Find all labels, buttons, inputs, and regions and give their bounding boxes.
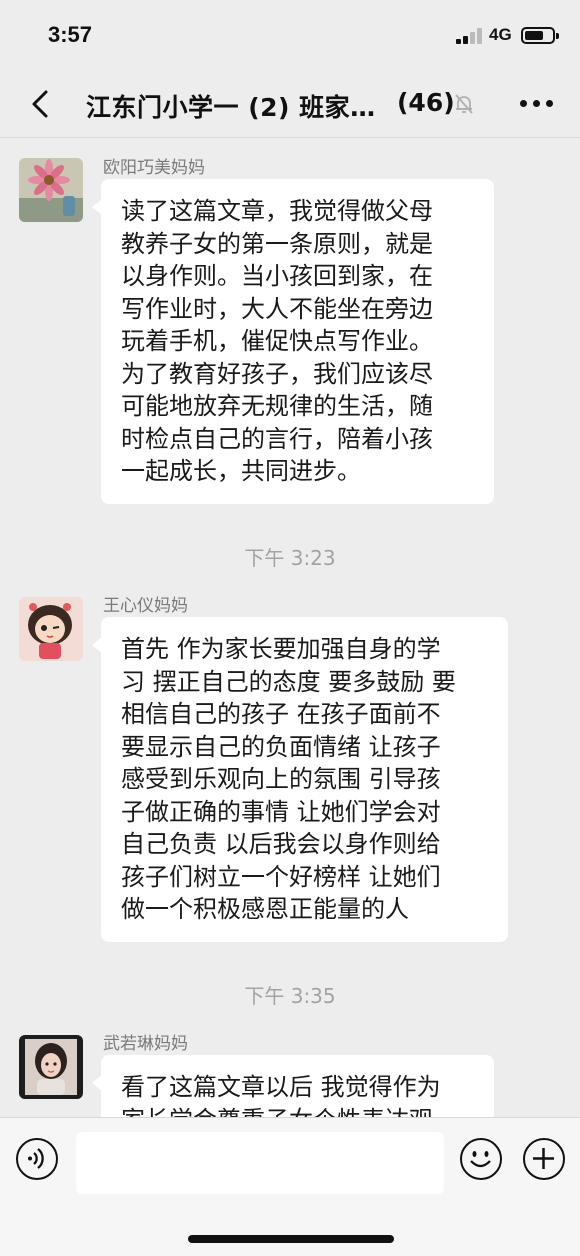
signal-icon [456, 28, 484, 44]
timestamp: 下午 3:23 [244, 546, 336, 570]
chat-list[interactable]: 欧阳巧美妈妈 读了这篇文章，我觉得做父母 教养子女的第一条原则，就是 以身作则。… [0, 139, 580, 1117]
message-bubble[interactable]: 看了这篇文章以后 我觉得作为 家长学会尊重子女个性表达观 [92, 1055, 494, 1117]
voice-icon[interactable] [16, 1138, 58, 1180]
avatar[interactable] [19, 158, 83, 222]
message-input[interactable] [76, 1132, 444, 1194]
battery-icon [521, 27, 559, 44]
chat-title: 江东门小学一 (2) 班家… [86, 93, 376, 122]
status-time: 3:57 [48, 22, 93, 47]
plus-icon[interactable] [523, 1138, 565, 1180]
sender-name: 欧阳巧美妈妈 [103, 158, 205, 178]
sender-name: 武若琳妈妈 [103, 1034, 188, 1054]
more-dots-icon[interactable] [520, 100, 554, 108]
sender-name: 王心仪妈妈 [103, 596, 188, 616]
home-indicator[interactable] [188, 1235, 394, 1243]
avatar[interactable] [19, 1035, 83, 1099]
avatar[interactable] [19, 597, 83, 661]
timestamp: 下午 3:35 [244, 984, 336, 1008]
back-icon[interactable] [24, 84, 60, 124]
network-type: 4G [489, 25, 512, 44]
message-bubble[interactable]: 读了这篇文章，我觉得做父母 教养子女的第一条原则，就是 以身作则。当小孩回到家，… [92, 179, 494, 504]
member-count: (46) [397, 88, 455, 117]
emoji-icon[interactable] [460, 1138, 502, 1180]
nav-bar: 江东门小学一 (2) 班家… (46) [0, 70, 580, 138]
status-bar: 3:57 4G [0, 0, 580, 70]
bell-slash-icon [452, 92, 476, 116]
message-bubble[interactable]: 首先 作为家长要加强自身的学 习 摆正自己的态度 要多鼓励 要 相信自己的孩子 … [92, 617, 508, 942]
